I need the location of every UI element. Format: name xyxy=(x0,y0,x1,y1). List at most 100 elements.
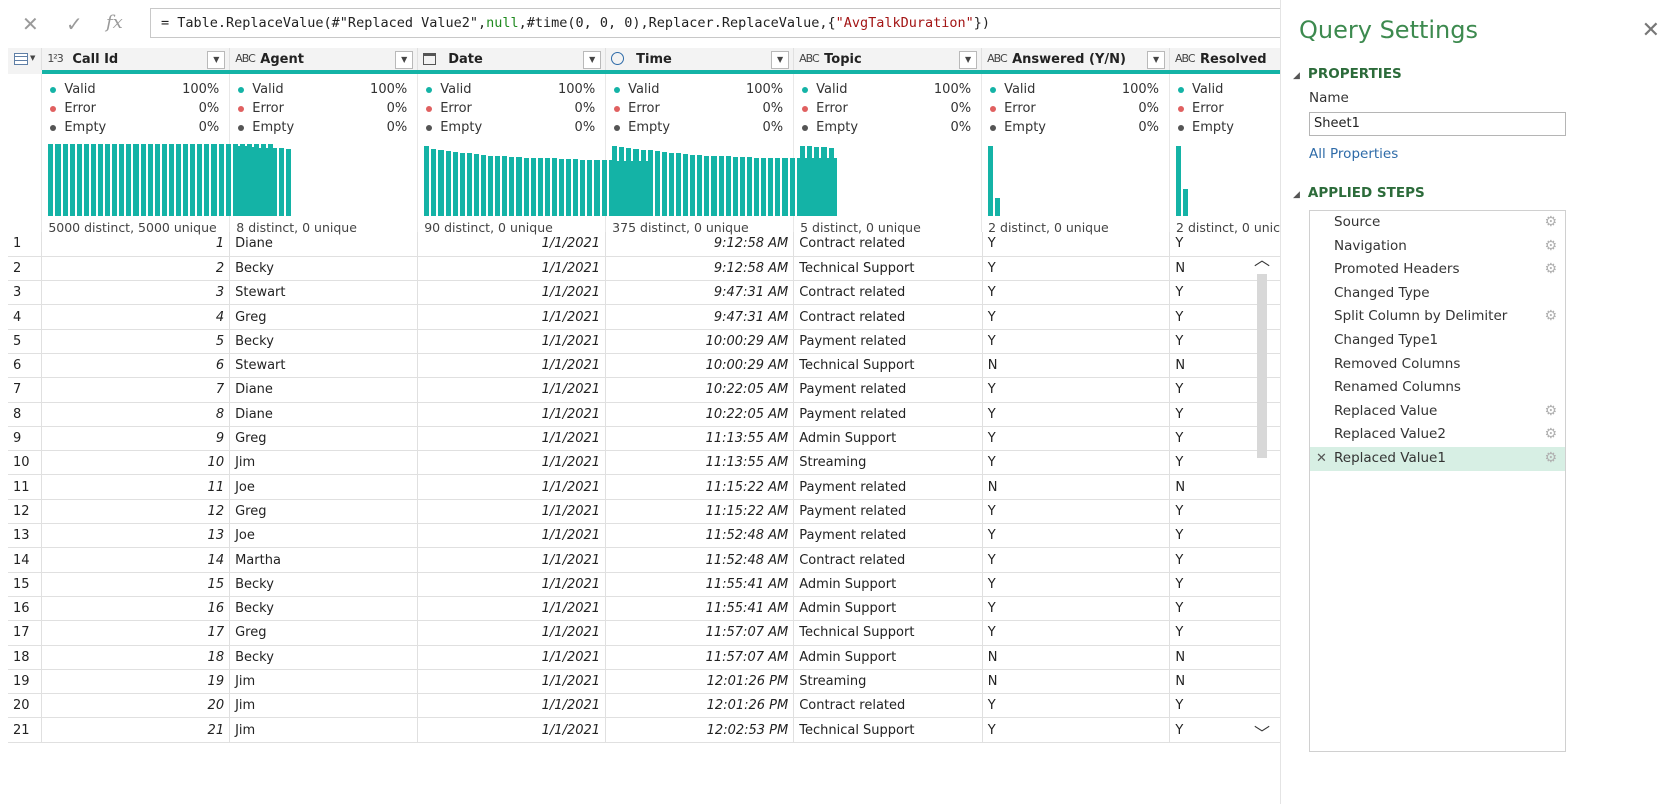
close-icon[interactable]: ✕ xyxy=(22,12,39,36)
table-cell[interactable]: Payment related xyxy=(793,402,983,427)
table-row[interactable]: 16 16 Becky 1/1/2021 11:55:41 AM Admin Suppor… xyxy=(8,596,1358,622)
table-cell[interactable]: Becky xyxy=(229,329,419,354)
table-cell[interactable]: Payment related xyxy=(793,329,983,354)
table-cell[interactable]: 10 xyxy=(41,450,231,476)
table-cell[interactable]: Jim xyxy=(229,717,419,743)
table-cell[interactable]: 1/1/2021 xyxy=(417,474,607,500)
applied-step[interactable]: Changed Type1 xyxy=(1310,329,1565,353)
table-row[interactable]: 14 14 Martha 1/1/2021 11:52:48 AM Contract re… xyxy=(8,547,1358,573)
table-cell[interactable]: 20 xyxy=(41,693,231,719)
applied-step[interactable]: Renamed Columns xyxy=(1310,376,1565,400)
table-menu-button[interactable]: ▼ xyxy=(8,48,43,74)
table-cell[interactable]: N xyxy=(982,645,1171,670)
applied-step[interactable]: Promoted Headers ⚙ xyxy=(1310,258,1565,282)
table-cell[interactable]: 1/1/2021 xyxy=(417,717,607,743)
table-cell[interactable]: 1/1/2021 xyxy=(417,620,607,646)
table-cell[interactable]: Streaming xyxy=(793,669,983,695)
column-type-icon[interactable] xyxy=(423,52,437,68)
table-cell[interactable]: Admin Support xyxy=(793,572,983,597)
applied-steps-section-header[interactable]: ◢ APPLIED STEPS xyxy=(1293,185,1425,201)
table-cell[interactable]: Streaming xyxy=(793,450,983,476)
table-cell[interactable]: Stewart xyxy=(229,353,419,379)
vertical-scrollbar[interactable]: ︿ ﹀ xyxy=(1252,246,1272,746)
table-cell[interactable]: 1/1/2021 xyxy=(417,426,607,452)
table-cell[interactable]: Diane xyxy=(229,232,419,257)
table-cell[interactable]: 11:52:48 AM xyxy=(605,547,795,573)
table-cell[interactable]: 11 xyxy=(41,474,231,500)
applied-step[interactable]: ✕ Replaced Value1 ⚙ xyxy=(1310,446,1565,471)
table-row[interactable]: 13 13 Joe 1/1/2021 11:52:48 AM Payment relate… xyxy=(8,523,1358,549)
table-cell[interactable]: Y xyxy=(982,596,1171,622)
table-cell[interactable]: 12:01:26 PM xyxy=(605,693,795,719)
chevron-down-icon[interactable]: ▼ xyxy=(1147,51,1166,69)
table-cell[interactable]: Contract related xyxy=(793,232,983,257)
table-cell[interactable]: 11:13:55 AM xyxy=(605,450,795,476)
table-cell[interactable]: 16 xyxy=(41,596,231,622)
applied-step[interactable]: Replaced Value2 ⚙ xyxy=(1310,423,1565,447)
table-cell[interactable]: Admin Support xyxy=(793,596,983,622)
table-cell[interactable]: 1/1/2021 xyxy=(417,693,607,719)
table-row[interactable]: 6 6 Stewart 1/1/2021 10:00:29 AM Technical Su… xyxy=(8,353,1358,379)
table-cell[interactable]: Payment related xyxy=(793,523,983,549)
table-row[interactable]: 18 18 Becky 1/1/2021 11:57:07 AM Admin Suppor… xyxy=(8,645,1358,670)
table-cell[interactable]: 1/1/2021 xyxy=(417,329,607,354)
gear-icon[interactable]: ⚙ xyxy=(1544,211,1557,235)
table-cell[interactable]: Y xyxy=(982,402,1171,427)
table-cell[interactable]: Diane xyxy=(229,377,419,403)
table-cell[interactable]: 12:02:53 PM xyxy=(605,717,795,743)
table-cell[interactable]: Greg xyxy=(229,499,419,525)
applied-step[interactable]: Changed Type xyxy=(1310,282,1565,306)
table-cell[interactable]: 1/1/2021 xyxy=(417,523,607,549)
table-cell[interactable]: Y xyxy=(982,693,1171,719)
table-cell[interactable]: Y xyxy=(982,717,1171,743)
table-cell[interactable]: 1/1/2021 xyxy=(417,232,607,257)
check-icon[interactable]: ✓ xyxy=(66,12,83,36)
table-cell[interactable]: N xyxy=(982,669,1171,695)
column-header[interactable]: Time ▼ xyxy=(605,48,795,74)
gear-icon[interactable]: ⚙ xyxy=(1544,423,1557,447)
column-header[interactable]: ABC Topic ▼ xyxy=(793,48,983,74)
table-cell[interactable]: 1 xyxy=(41,232,231,257)
gear-icon[interactable]: ⚙ xyxy=(1544,447,1557,471)
column-type-icon[interactable]: ABC xyxy=(1175,52,1196,65)
column-type-icon[interactable]: 1²3 xyxy=(47,52,63,65)
table-cell[interactable]: Y xyxy=(982,304,1171,330)
table-row[interactable]: 11 11 Joe 1/1/2021 11:15:22 AM Payment relate… xyxy=(8,474,1358,500)
chevron-up-icon[interactable]: ︿ xyxy=(1254,246,1270,270)
table-cell[interactable]: Diane xyxy=(229,402,419,427)
fx-icon[interactable]: fx xyxy=(106,12,123,33)
table-cell[interactable]: Contract related xyxy=(793,304,983,330)
table-cell[interactable]: Joe xyxy=(229,523,419,549)
table-cell[interactable]: 11:57:07 AM xyxy=(605,645,795,670)
table-cell[interactable]: Contract related xyxy=(793,280,983,306)
table-cell[interactable]: Payment related xyxy=(793,474,983,500)
table-cell[interactable]: 18 xyxy=(41,645,231,670)
column-type-icon[interactable]: ABC xyxy=(235,52,256,65)
table-cell[interactable]: 1/1/2021 xyxy=(417,669,607,695)
table-cell[interactable]: Greg xyxy=(229,304,419,330)
table-row[interactable]: 9 9 Greg 1/1/2021 11:13:55 AM Admin Support Y Y xyxy=(8,426,1358,452)
table-cell[interactable]: Joe xyxy=(229,474,419,500)
table-cell[interactable]: 14 xyxy=(41,547,231,573)
table-cell[interactable]: Payment related xyxy=(793,499,983,525)
table-cell[interactable]: 1/1/2021 xyxy=(417,402,607,427)
table-row[interactable]: 15 15 Becky 1/1/2021 11:55:41 AM Admin Suppor… xyxy=(8,572,1358,597)
table-cell[interactable]: Contract related xyxy=(793,547,983,573)
table-cell[interactable]: 9:12:58 AM xyxy=(605,232,795,257)
table-row[interactable]: 21 21 Jim 1/1/2021 12:02:53 PM Technical Supp… xyxy=(8,717,1358,743)
table-cell[interactable]: 11:55:41 AM xyxy=(605,596,795,622)
table-cell[interactable]: 11:13:55 AM xyxy=(605,426,795,452)
table-cell[interactable]: 1/1/2021 xyxy=(417,572,607,597)
table-cell[interactable]: Y xyxy=(982,280,1171,306)
column-type-icon[interactable]: ABC xyxy=(799,52,820,65)
table-cell[interactable]: 10:22:05 AM xyxy=(605,377,795,403)
table-cell[interactable]: 12 xyxy=(41,499,231,525)
table-cell[interactable]: 5 xyxy=(41,329,231,354)
column-header[interactable]: 1²3 Call Id ▼ xyxy=(41,48,231,74)
table-cell[interactable]: Admin Support xyxy=(793,645,983,670)
table-cell[interactable]: Jim xyxy=(229,669,419,695)
column-header[interactable]: ABC Agent ▼ xyxy=(229,48,419,74)
table-row[interactable]: 4 4 Greg 1/1/2021 9:47:31 AM Contract related… xyxy=(8,304,1358,330)
table-cell[interactable]: Technical Support xyxy=(793,256,983,282)
table-cell[interactable]: 17 xyxy=(41,620,231,646)
